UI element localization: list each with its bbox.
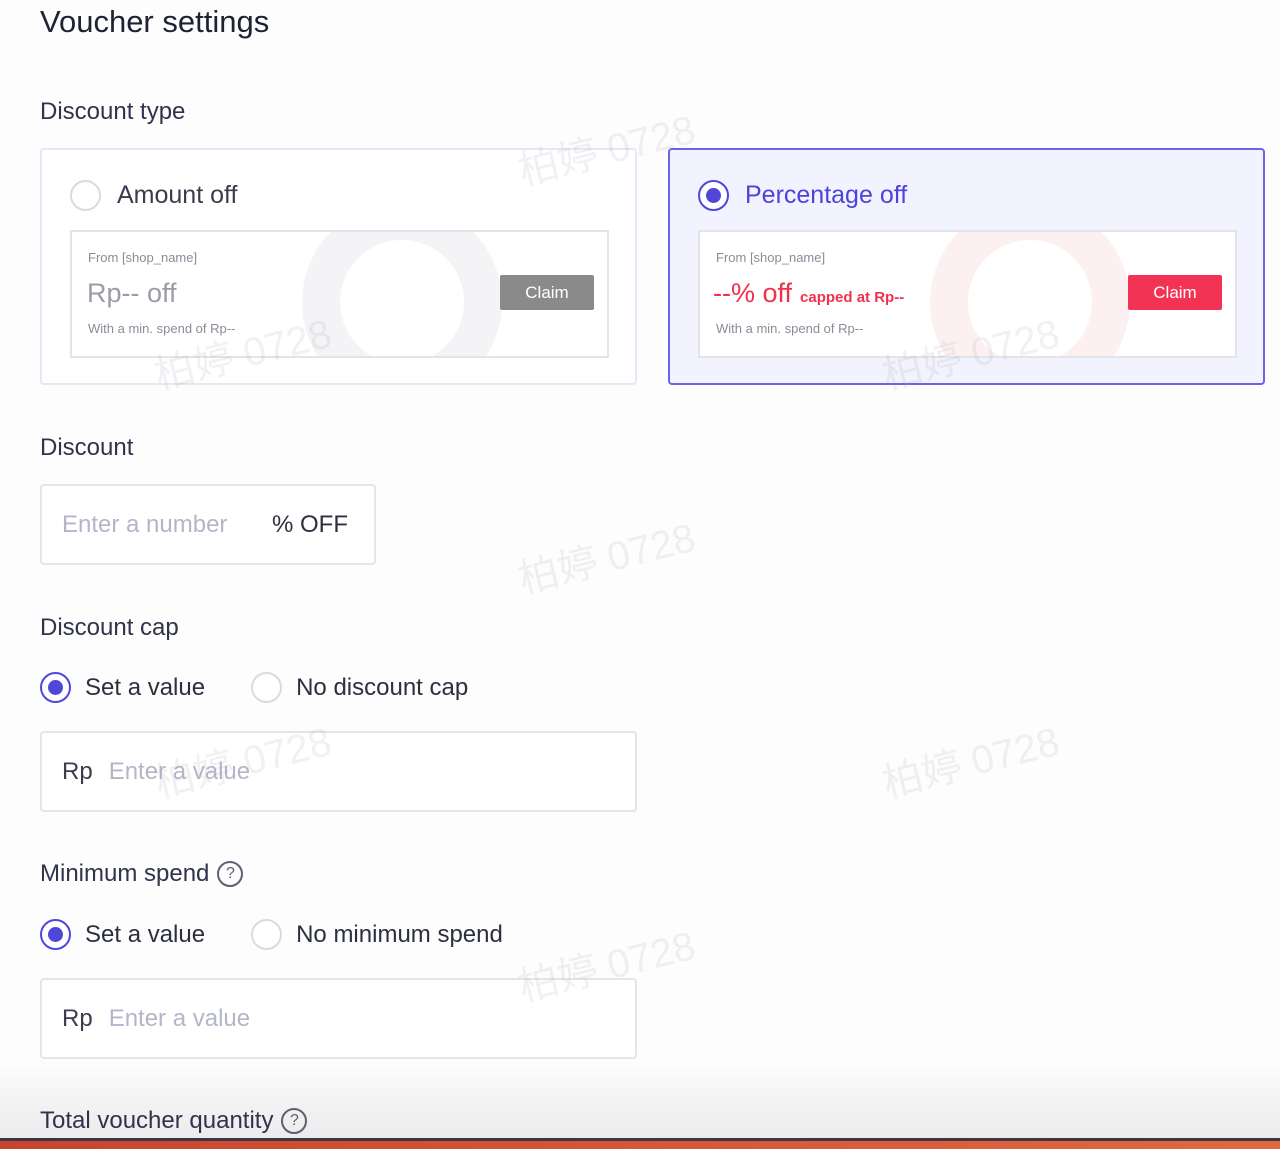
preview-cap: capped at Rp-- [800, 289, 905, 306]
amount-off-preview: From [shop_name] Rp-- off With a min. sp… [70, 230, 609, 358]
preview-decoration [930, 232, 1130, 356]
discount-cap-prefix: Rp [62, 757, 93, 785]
discount-cap-input[interactable] [108, 757, 609, 786]
total-quantity-label: Total voucher quantity ? [40, 1107, 308, 1135]
minimum-spend-options: Set a value No minimum spend [40, 919, 549, 950]
total-quantity-text: Total voucher quantity [40, 1107, 274, 1134]
preview-percent: --% off [713, 278, 793, 308]
discount-input-box: % OFF [40, 484, 376, 565]
minimum-spend-input[interactable] [108, 1004, 609, 1033]
discount-label: Discount [40, 434, 134, 461]
no-discount-cap-option[interactable]: No discount cap [251, 672, 468, 703]
no-minimum-spend-option[interactable]: No minimum spend [251, 919, 503, 950]
minimum-spend-prefix: Rp [62, 1004, 93, 1032]
amount-off-card[interactable]: Amount off From [shop_name] Rp-- off Wit… [40, 148, 637, 385]
preview-shop-name: From [shop_name] [88, 250, 198, 265]
discount-cap-options: Set a value No discount cap [40, 672, 514, 703]
percentage-off-preview: From [shop_name] --% off capped at Rp-- … [698, 230, 1237, 358]
cap-set-value-label: Set a value [85, 673, 206, 701]
no-minimum-spend-radio[interactable] [251, 919, 283, 950]
percentage-off-label: Percentage off [745, 181, 908, 209]
amount-off-radio[interactable] [70, 180, 101, 211]
preview-min-spend: With a min. spend of Rp-- [716, 321, 864, 336]
question-circle-icon[interactable]: ? [281, 1108, 308, 1134]
watermark: 柏婷 0728 [878, 719, 1064, 807]
minimum-spend-label: Minimum spend ? [40, 860, 244, 888]
no-minimum-spend-label: No minimum spend [296, 920, 503, 948]
preview-shop-name: From [shop_name] [716, 250, 826, 265]
preview-amount: Rp-- off [87, 278, 177, 308]
discount-cap-label: Discount cap [40, 614, 179, 641]
question-circle-icon[interactable]: ? [217, 861, 244, 887]
discount-suffix: % OFF [272, 510, 348, 538]
watermark: 柏婷 0728 [514, 515, 700, 603]
minimum-spend-input-box: Rp [40, 978, 637, 1059]
preview-claim-button: Claim [500, 275, 594, 310]
no-discount-cap-radio[interactable] [251, 672, 283, 703]
discount-input[interactable] [62, 510, 272, 539]
preview-claim-button: Claim [1128, 275, 1222, 310]
preview-decoration [302, 232, 502, 356]
preview-min-spend: With a min. spend of Rp-- [88, 321, 236, 336]
cap-set-value-radio[interactable] [40, 672, 71, 703]
discount-type-label: Discount type [40, 98, 186, 125]
percentage-off-card[interactable]: Percentage off From [shop_name] --% off … [668, 148, 1265, 385]
min-set-value-radio[interactable] [40, 919, 71, 950]
discount-cap-input-box: Rp [40, 731, 637, 812]
amount-off-label: Amount off [117, 181, 238, 209]
cap-set-value-option[interactable]: Set a value [40, 672, 205, 703]
percentage-off-radio[interactable] [698, 180, 729, 211]
min-set-value-option[interactable]: Set a value [40, 919, 205, 950]
minimum-spend-text: Minimum spend [40, 860, 210, 887]
no-discount-cap-label: No discount cap [296, 673, 469, 701]
min-set-value-label: Set a value [85, 920, 206, 948]
bottom-bar [0, 1138, 1280, 1149]
page-title: Voucher settings [40, 4, 270, 39]
